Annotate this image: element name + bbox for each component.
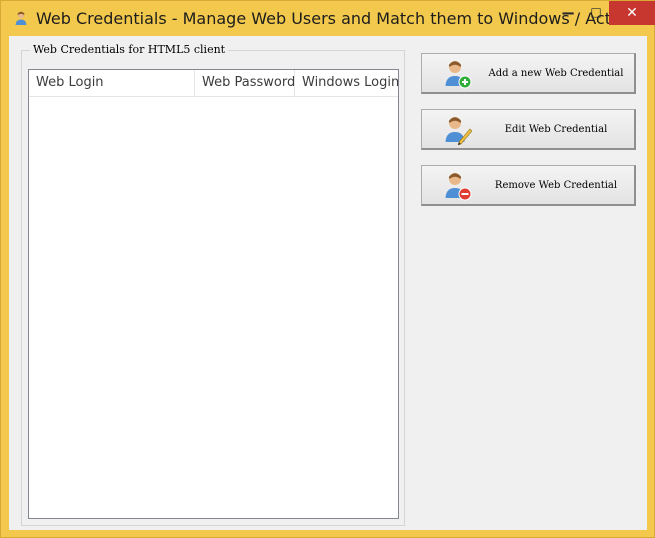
edit-credential-label: Edit Web Credential [504,124,608,135]
user-app-icon [13,10,29,26]
user-add-icon [444,59,472,89]
add-credential-button[interactable]: Add a new Web Credential [421,53,636,94]
app-window: Web Credentials - Manage Web Users and M… [0,0,655,538]
window-title: Web Credentials - Manage Web Users and M… [36,9,627,28]
client-area: Web Credentials for HTML5 client Web Log… [9,36,647,530]
user-remove-icon [444,171,472,201]
remove-credential-button[interactable]: Remove Web Credential [421,165,636,206]
column-header-web-login[interactable]: Web Login [29,70,195,96]
column-header-windows-login[interactable]: Windows Login [295,70,398,96]
edit-credential-button[interactable]: Edit Web Credential [421,109,636,150]
user-edit-icon [444,115,473,146]
title-bar[interactable]: Web Credentials - Manage Web Users and M… [1,0,655,36]
list-header: Web Login Web Password Windows Login [29,70,398,97]
credentials-list[interactable]: Web Login Web Password Windows Login [28,69,399,519]
remove-credential-label: Remove Web Credential [494,180,618,191]
minimize-button[interactable]: − [555,1,581,25]
column-header-web-password[interactable]: Web Password [195,70,295,96]
maximize-button[interactable]: □ [583,0,609,24]
close-button[interactable]: ✕ [609,1,655,25]
add-credential-label: Add a new Web Credential [488,68,624,79]
groupbox-label: Web Credentials for HTML5 client [30,43,229,56]
